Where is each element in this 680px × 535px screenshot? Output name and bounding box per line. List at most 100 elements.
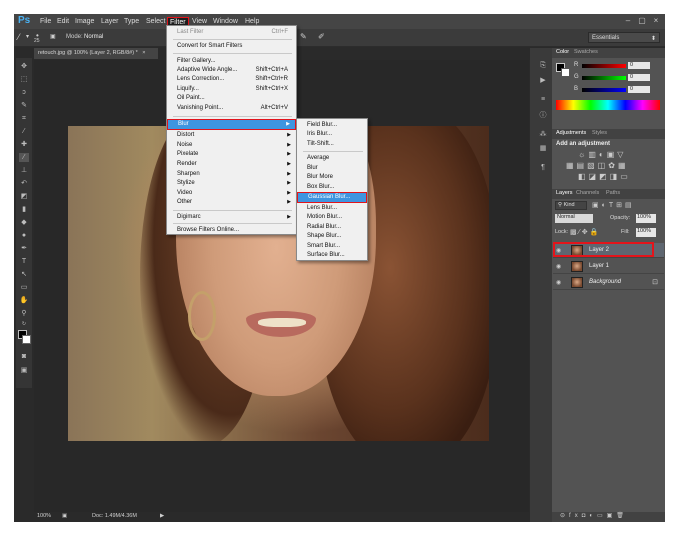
history-brush-icon[interactable]: ↶ <box>19 179 29 188</box>
menu-item-adaptive-wide-angle[interactable]: Adaptive Wide Angle... Shift+Ctrl+A <box>167 66 296 75</box>
fill-value[interactable]: 100% <box>636 228 656 237</box>
close-button[interactable]: × <box>650 15 662 26</box>
tab-color[interactable]: Color <box>556 49 569 55</box>
eye-icon[interactable]: ◉ <box>556 279 561 286</box>
submenu-item-blur-more[interactable]: Blur More <box>297 173 367 182</box>
clone-source-icon[interactable]: ▦ <box>537 144 549 154</box>
document-tab[interactable]: retouch.jpg @ 100% (Layer 2, RGB/8#) * × <box>34 48 158 59</box>
menu-item-browse-filters-online[interactable]: Browse Filters Online... <box>167 226 296 235</box>
menu-image[interactable]: Image <box>73 17 96 28</box>
menu-item-stylize[interactable]: Stylize ▶ <box>167 179 296 188</box>
menu-item-digimarc[interactable]: Digimarc ▶ <box>167 213 296 222</box>
channel-g-value[interactable]: 0 <box>628 74 650 81</box>
screen-mode-icon[interactable]: ▣ <box>19 366 29 375</box>
menu-item-filter-gallery[interactable]: Filter Gallery... <box>167 57 296 66</box>
menu-item-noise[interactable]: Noise ▶ <box>167 141 296 150</box>
opacity-value[interactable]: 100% <box>636 214 656 223</box>
close-tab-icon[interactable]: × <box>142 50 145 56</box>
toggle-brush-panel-icon[interactable]: ▣ <box>50 33 56 40</box>
history-panel-icon[interactable]: ⎘ <box>537 62 549 72</box>
tab-paths[interactable]: Paths <box>606 190 620 196</box>
tab-adjustments[interactable]: Adjustments <box>556 130 586 136</box>
healing-brush-icon[interactable]: ✚ <box>19 140 29 149</box>
menu-item-blur[interactable]: Blur ▶ <box>167 119 296 130</box>
actions-panel-icon[interactable]: ▶ <box>537 76 549 86</box>
tab-channels[interactable]: Channels <box>576 190 599 196</box>
layer-row-layer-1[interactable]: ◉ Layer 1 <box>553 259 664 274</box>
airbrush-icon[interactable]: ✎ <box>300 32 307 41</box>
adjustment-icons-row-3[interactable]: ◧◪◩◨▭ <box>578 172 631 181</box>
eraser-tool-icon[interactable]: ◩ <box>19 192 29 201</box>
gradient-tool-icon[interactable]: ▮ <box>19 205 29 214</box>
adjustment-icons-row-2[interactable]: ▦▤▧◫✿▦ <box>566 161 629 170</box>
brush-size-value[interactable]: 25 <box>34 38 40 44</box>
blur-tool-icon[interactable]: ◆ <box>19 218 29 227</box>
submenu-item-smart-blur[interactable]: Smart Blur... <box>297 242 367 251</box>
submenu-item-radial-blur[interactable]: Radial Blur... <box>297 223 367 232</box>
menu-edit[interactable]: Edit <box>55 17 71 28</box>
adjustment-icons-row-1[interactable]: ☼▥◐▣▽ <box>578 150 626 159</box>
menu-file[interactable]: File <box>38 17 53 28</box>
submenu-item-gaussian-blur[interactable]: Gaussian Blur... <box>297 192 367 203</box>
submenu-item-iris-blur[interactable]: Iris Blur... <box>297 130 367 139</box>
menu-item-oil-paint[interactable]: Oil Paint... <box>167 94 296 103</box>
pen-tool-icon[interactable]: ✒ <box>19 244 29 253</box>
submenu-item-motion-blur[interactable]: Motion Blur... <box>297 213 367 222</box>
menu-item-lens-correction[interactable]: Lens Correction... Shift+Ctrl+R <box>167 75 296 84</box>
submenu-item-average[interactable]: Average <box>297 154 367 163</box>
layer-name[interactable]: Layer 1 <box>589 263 609 269</box>
lock-icons[interactable]: ▩⁄✥🔒 <box>570 228 600 236</box>
submenu-item-blur[interactable]: Blur <box>297 164 367 173</box>
menu-item-sharpen[interactable]: Sharpen ▶ <box>167 170 296 179</box>
layer-filter-kind[interactable]: ⚲ Kind <box>555 201 587 210</box>
tab-swatches[interactable]: Swatches <box>574 49 598 55</box>
layers-panel-footer-icons[interactable]: ⊝fx◘◐▭▣🗑 <box>552 512 665 522</box>
maximize-button[interactable]: ▢ <box>636 15 648 26</box>
status-icon[interactable]: ▣ <box>62 513 67 519</box>
hand-tool-icon[interactable]: ✋ <box>19 296 29 305</box>
clone-stamp-icon[interactable]: ⊥ <box>19 166 29 175</box>
brush-panel-icon[interactable]: ⁂ <box>537 130 549 140</box>
menu-item-vanishing-point[interactable]: Vanishing Point... Alt+Ctrl+V <box>167 104 296 113</box>
color-spectrum-bar[interactable] <box>556 100 660 110</box>
channel-g-slider[interactable] <box>582 76 626 80</box>
layer-filter-icons[interactable]: ▣◐T⊞▤ <box>592 201 635 209</box>
type-tool-icon[interactable]: T <box>19 257 29 266</box>
blend-mode-select[interactable]: Normal <box>555 214 593 223</box>
mode-select[interactable]: Normal <box>84 34 103 40</box>
menu-type[interactable]: Type <box>122 17 141 28</box>
channel-r-value[interactable]: 0 <box>628 62 650 69</box>
swap-colors-icon[interactable]: ↻ <box>19 320 29 329</box>
info-panel-icon[interactable]: ⓘ <box>537 110 549 120</box>
color-bg-swatch[interactable] <box>561 68 570 77</box>
shape-tool-icon[interactable]: ▭ <box>19 283 29 292</box>
menu-item-distort[interactable]: Distort ▶ <box>167 131 296 140</box>
lasso-tool-icon[interactable]: ↄ <box>19 88 29 97</box>
submenu-item-surface-blur[interactable]: Surface Blur... <box>297 251 367 260</box>
brush-tool-icon[interactable]: ⁄ <box>18 32 20 42</box>
tab-layers[interactable]: Layers <box>556 190 573 196</box>
eye-icon[interactable]: ◉ <box>556 263 561 270</box>
channel-b-slider[interactable] <box>582 88 626 92</box>
quick-select-tool-icon[interactable]: ✎ <box>19 101 29 110</box>
chevron-down-icon[interactable]: ▾ <box>26 33 29 40</box>
workspace-select[interactable]: Essentials ⬍ <box>588 32 660 43</box>
menu-item-video[interactable]: Video ▶ <box>167 189 296 198</box>
status-menu-arrow-icon[interactable]: ▶ <box>160 513 164 519</box>
path-select-icon[interactable]: ↖ <box>19 270 29 279</box>
layer-name[interactable]: Background <box>589 279 621 285</box>
menu-item-other[interactable]: Other ▶ <box>167 198 296 207</box>
paragraph-panel-icon[interactable]: ¶ <box>537 164 549 174</box>
zoom-tool-icon[interactable]: ⚲ <box>19 309 29 318</box>
menu-item-liquify[interactable]: Liquify... Shift+Ctrl+X <box>167 85 296 94</box>
quick-mask-icon[interactable]: ◙ <box>19 352 29 361</box>
dodge-tool-icon[interactable]: ● <box>19 231 29 240</box>
menu-item-convert-smart-filters[interactable]: Convert for Smart Filters <box>167 42 296 51</box>
properties-panel-icon[interactable]: ≡ <box>537 96 549 106</box>
eyedropper-tool-icon[interactable]: ⁄ <box>19 127 29 136</box>
submenu-item-tilt-shift[interactable]: Tilt-Shift... <box>297 140 367 149</box>
channel-b-value[interactable]: 0 <box>628 86 650 93</box>
background-color-swatch[interactable] <box>22 335 31 344</box>
submenu-item-lens-blur[interactable]: Lens Blur... <box>297 204 367 213</box>
pressure-icon[interactable]: ✐ <box>318 32 325 41</box>
